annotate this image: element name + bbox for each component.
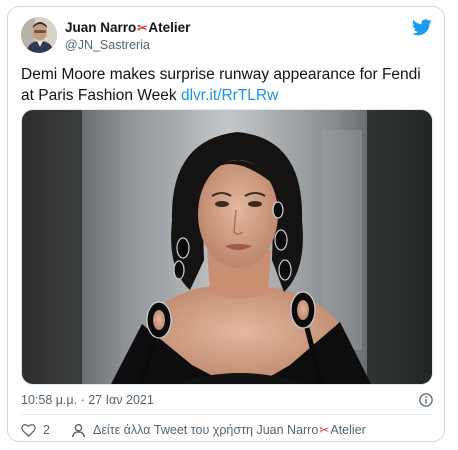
info-icon[interactable] xyxy=(419,393,433,407)
more-tweets-suffix: Atelier xyxy=(330,423,366,437)
tweet-text: Demi Moore makes surprise runway appeara… xyxy=(21,64,433,106)
heart-icon[interactable] xyxy=(21,423,36,437)
tweet-header: Juan Narro✂Atelier @JN_Sastreria xyxy=(21,17,432,57)
avatar-image xyxy=(21,17,57,53)
tweet-meta: 10:58 μ.μ. · 27 Ιαν 2021 xyxy=(21,390,433,410)
author-handle[interactable]: @JN_Sastreria xyxy=(65,37,190,53)
more-tweets-link[interactable]: Δείτε άλλα Tweet του χρήστη Juan Narro✂A… xyxy=(93,420,366,440)
tweet-actions: 2 Δείτε άλλα Tweet του χρήστη Juan Narro… xyxy=(21,420,433,440)
twitter-bird-icon[interactable] xyxy=(412,19,432,36)
divider xyxy=(21,414,432,415)
tweet-card: Juan Narro✂Atelier @JN_Sastreria Demi Mo… xyxy=(7,6,445,442)
author-name: Juan Narro xyxy=(65,20,137,35)
tweet-link[interactable]: dlvr.it/RrTLRw xyxy=(181,87,278,104)
tweet-photo[interactable] xyxy=(21,109,433,385)
author-block[interactable]: Juan Narro✂Atelier @JN_Sastreria xyxy=(65,20,190,53)
more-tweets-prefix: Δείτε άλλα Tweet του χρήστη Juan Narro xyxy=(93,423,319,437)
runway-photo-image xyxy=(22,110,432,384)
scissors-emoji: ✂ xyxy=(137,21,148,35)
avatar[interactable] xyxy=(21,17,57,53)
timestamp[interactable]: 10:58 μ.μ. · 27 Ιαν 2021 xyxy=(21,393,154,407)
like-count[interactable]: 2 xyxy=(43,420,50,440)
author-name-suffix: Atelier xyxy=(148,20,191,35)
scissors-emoji: ✂ xyxy=(319,423,330,437)
display-name[interactable]: Juan Narro✂Atelier xyxy=(65,20,190,36)
person-icon[interactable] xyxy=(71,423,86,438)
